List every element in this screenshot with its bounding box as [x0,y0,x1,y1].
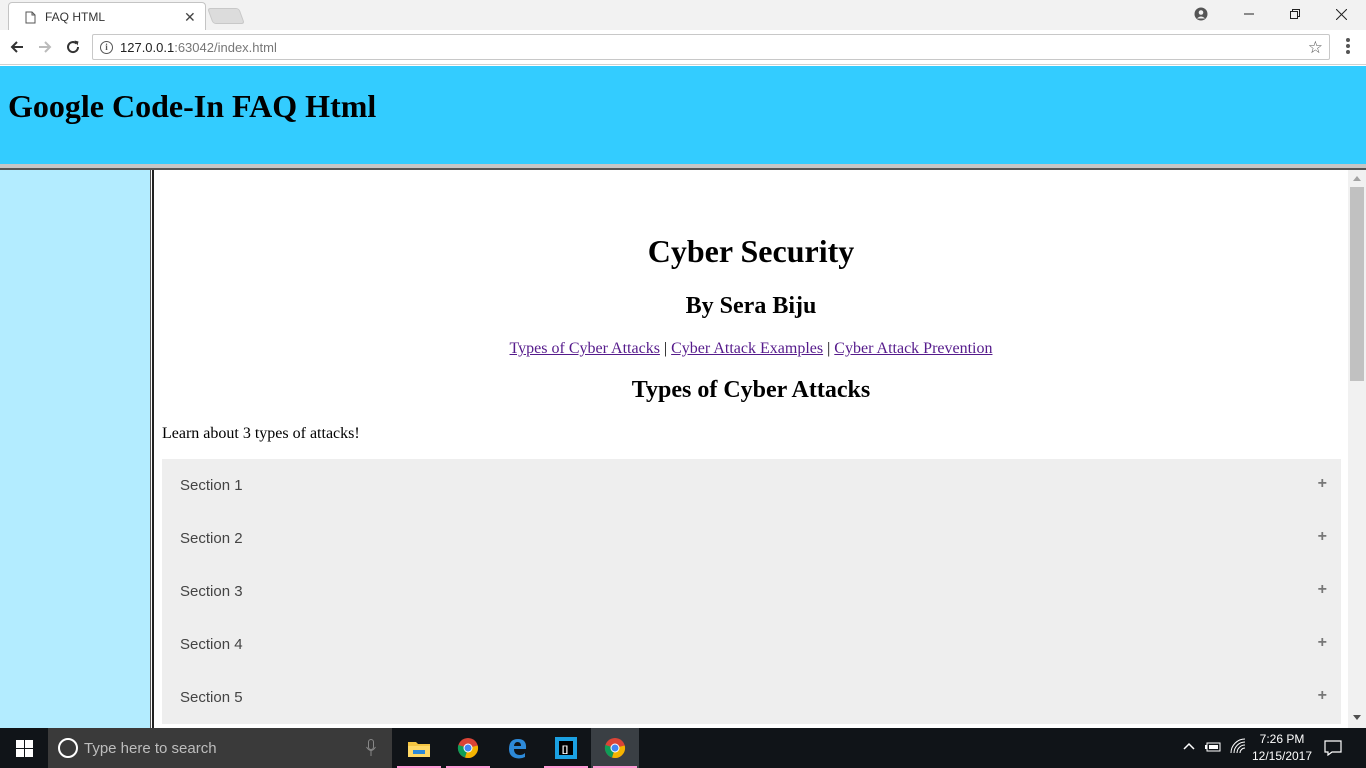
accordion-label: Section 4 [180,636,243,653]
expand-plus-icon[interactable]: + [1318,475,1327,493]
accordion-section-3[interactable]: Section 3 + [162,565,1341,618]
tab-title: FAQ HTML [45,10,106,24]
expand-plus-icon[interactable]: + [1318,687,1327,705]
accordion-section-2[interactable]: Section 2 + [162,512,1341,565]
accordion-label: Section 3 [180,583,243,600]
accordion-section-1[interactable]: Section 1 + [162,459,1341,512]
link-types-of-cyber-attacks[interactable]: Types of Cyber Attacks [510,340,660,357]
reload-icon [67,40,80,54]
minimize-button[interactable] [1226,0,1272,28]
section-links: Types of Cyber Attacks | Cyber Attack Ex… [154,340,1348,358]
faq-accordion: Section 1 + Section 2 + Section 3 + Sect… [162,459,1341,724]
link-separator: | [827,340,831,357]
edge-icon[interactable] [493,728,541,768]
page-scrollbar[interactable] [1348,170,1366,728]
address-bar[interactable]: i 127.0.0.1:63042/index.html ☆ [92,34,1330,60]
page-icon [25,11,36,24]
svg-text:[]: [] [562,744,568,754]
clock-date: 12/15/2017 [1251,749,1313,763]
accordion-label: Section 5 [180,689,243,706]
close-tab-icon[interactable]: ✕ [184,9,196,26]
back-button[interactable] [6,36,28,58]
forward-button[interactable] [34,36,56,58]
accordion-section-4[interactable]: Section 4 + [162,618,1341,671]
jetbrains-ide-icon[interactable]: [] [542,728,590,768]
page-title: Cyber Security [647,233,855,269]
system-clock[interactable]: 7:26 PM 12/15/2017 [1250,731,1314,765]
microphone-icon[interactable] [366,739,376,757]
browser-menu-icon[interactable] [1338,38,1358,58]
arrow-right-icon [39,41,52,53]
file-explorer-icon[interactable] [395,728,443,768]
new-tab-button[interactable] [207,8,245,24]
wifi-icon[interactable] [1230,738,1246,754]
link-cyber-attack-prevention[interactable]: Cyber Attack Prevention [834,340,992,357]
taskbar-search-box[interactable]: Type here to search [48,728,392,768]
intro-text: Learn about 3 types of attacks! [162,425,360,442]
chrome-active-window-icon[interactable] [591,728,639,768]
action-center-icon[interactable] [1324,740,1342,756]
expand-plus-icon[interactable]: + [1318,634,1327,652]
accordion-label: Section 2 [180,530,243,547]
site-title: Google Code-In FAQ Html [8,88,377,124]
expand-plus-icon[interactable]: + [1318,528,1327,546]
scrollbar-thumb[interactable] [1350,187,1364,381]
browser-tab[interactable]: FAQ HTML ✕ [8,2,206,30]
arrow-left-icon [10,41,23,53]
windows-start-button[interactable] [0,728,48,768]
windows-taskbar: Type here to search [] 7:26 PM 12/15/201… [0,728,1366,768]
windows-logo-icon [15,739,33,757]
sidebar [0,170,150,728]
battery-icon[interactable] [1204,740,1222,754]
accordion-label: Section 1 [180,477,243,494]
show-hidden-icons-chevron-icon[interactable] [1182,740,1196,754]
link-cyber-attack-examples[interactable]: Cyber Attack Examples [671,340,823,357]
url-text[interactable]: 127.0.0.1:63042/index.html [120,40,277,55]
close-window-button[interactable] [1318,0,1364,28]
page-header: Google Code-In FAQ Html [0,66,1366,164]
link-separator: | [663,340,668,357]
browser-toolbar: i 127.0.0.1:63042/index.html ☆ [0,30,1366,65]
accordion-section-5[interactable]: Section 5 + [162,671,1341,724]
profile-icon[interactable] [1178,0,1224,28]
scroll-up-arrow-icon[interactable] [1348,170,1366,186]
cortana-icon [58,738,78,758]
author-heading: By Sera Biju [685,293,817,319]
section-heading: Types of Cyber Attacks [631,377,871,403]
bookmark-star-icon[interactable]: ☆ [1308,38,1323,58]
tab-strip: FAQ HTML ✕ [0,0,1366,30]
clock-time: 7:26 PM [1259,732,1305,746]
restore-button[interactable] [1272,0,1318,28]
chrome-icon[interactable] [444,728,492,768]
site-info-icon[interactable]: i [100,41,113,54]
expand-plus-icon[interactable]: + [1318,581,1327,599]
scroll-down-arrow-icon[interactable] [1348,710,1366,726]
reload-button[interactable] [62,36,84,58]
main-content: Cyber Security By Sera Biju Types of Cyb… [154,170,1348,728]
search-placeholder: Type here to search [84,740,217,757]
